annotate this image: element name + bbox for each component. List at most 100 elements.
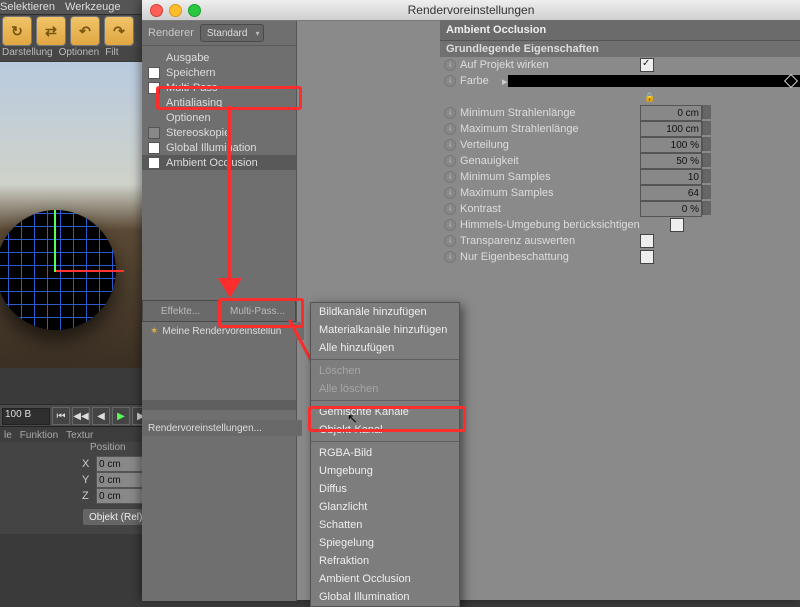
menu-item-schatten[interactable]: Schatten xyxy=(311,516,459,534)
tool-reload[interactable]: ↻ xyxy=(2,16,32,46)
coord-label-y: Y xyxy=(82,474,94,486)
timeline-prev[interactable]: ◀ xyxy=(92,407,110,425)
prop-max-strahl: iMaximum Strahlenlänge100 cm xyxy=(440,121,800,137)
info-icon[interactable]: i xyxy=(444,107,456,119)
info-icon[interactable]: i xyxy=(444,75,456,87)
info-icon[interactable]: i xyxy=(444,203,456,215)
spinner[interactable] xyxy=(702,153,711,167)
spinner[interactable] xyxy=(702,137,711,151)
tab-textur[interactable]: Textur xyxy=(66,430,93,441)
sidebar-scrollbar[interactable] xyxy=(142,400,296,410)
tab-le[interactable]: le xyxy=(4,430,12,441)
coord-label-x: X xyxy=(82,458,94,470)
menu-werkzeuge[interactable]: Werkzeuge xyxy=(65,1,120,13)
tab-funktion[interactable]: Funktion xyxy=(20,430,58,441)
prop-kontrast: iKontrast0 % xyxy=(440,201,800,217)
checkbox-eigen[interactable] xyxy=(640,250,654,264)
settings-item-antialiasing[interactable]: Antialiasing xyxy=(142,95,296,110)
window-titlebar[interactable]: Rendervoreinstellungen xyxy=(142,0,800,21)
field-kontrast[interactable]: 0 % xyxy=(640,201,702,217)
checkbox[interactable] xyxy=(148,127,160,139)
coord-label-z: Z xyxy=(82,490,94,502)
info-icon[interactable]: i xyxy=(444,235,456,247)
tool-undo[interactable]: ↶ xyxy=(70,16,100,46)
info-icon[interactable]: i xyxy=(444,59,456,71)
menu-item-alle-l-schen: Alle löschen xyxy=(311,380,459,398)
menu-item-glanzlicht[interactable]: Glanzlicht xyxy=(311,498,459,516)
menu-item-bildkan-le-hinzuf-gen[interactable]: Bildkanäle hinzufügen xyxy=(311,303,459,321)
checkbox-transparenz[interactable] xyxy=(640,234,654,248)
menu-item-ambient-occlusion[interactable]: Ambient Occlusion xyxy=(311,570,459,588)
spinner[interactable] xyxy=(702,121,711,135)
info-icon[interactable]: i xyxy=(444,139,456,151)
axis-y xyxy=(54,210,56,272)
frame-field[interactable]: 100 B xyxy=(2,408,50,425)
menu-item-refraktion[interactable]: Refraktion xyxy=(311,552,459,570)
menu-item-materialkan-le-hinzuf-gen[interactable]: Materialkanäle hinzufügen xyxy=(311,321,459,339)
field-verteilung[interactable]: 100 % xyxy=(640,137,702,153)
coord-mode-dropdown[interactable]: Objekt (Rel) xyxy=(82,508,149,526)
settings-item-optionen[interactable]: Optionen xyxy=(142,110,296,125)
reload-icon: ↻ xyxy=(11,23,23,40)
tool-sync[interactable]: ⇄ xyxy=(36,16,66,46)
menu-item-gemischte-kan-le[interactable]: Gemischte Kanäle xyxy=(311,403,459,421)
field-max-samples[interactable]: 64 xyxy=(640,185,702,201)
timeline-first[interactable]: ⏮ xyxy=(52,407,70,425)
menu-selektieren[interactable]: Selektieren xyxy=(0,1,55,13)
settings-item-global-illumination[interactable]: Global Illumination xyxy=(142,140,296,155)
checkbox[interactable] xyxy=(148,157,160,169)
menu-item-l-schen: Löschen xyxy=(311,362,459,380)
spinner[interactable] xyxy=(702,169,711,183)
settings-item-multi-pass[interactable]: Multi-Pass xyxy=(142,80,296,95)
menu-item-diffus[interactable]: Diffus xyxy=(311,480,459,498)
timeline-play[interactable]: ▶ xyxy=(112,407,130,425)
tool-redo[interactable]: ↷ xyxy=(104,16,134,46)
preset-row[interactable]: Meine Rendervoreinstellun xyxy=(142,322,304,340)
field-min-strahl[interactable]: 0 cm xyxy=(640,105,702,121)
menu-item-alle-hinzuf-gen[interactable]: Alle hinzufügen xyxy=(311,339,459,357)
multipass-button[interactable]: Multi-Pass... xyxy=(219,300,296,322)
prop-eigen: iNur Eigenbeschattung xyxy=(440,249,800,265)
info-icon[interactable]: i xyxy=(444,171,456,183)
lock-icon[interactable]: 🔒 xyxy=(644,92,655,103)
menu-item-global-illumination[interactable]: Global Illumination xyxy=(311,588,459,606)
spinner[interactable] xyxy=(702,185,711,199)
checkbox[interactable] xyxy=(148,142,160,154)
3d-viewport[interactable] xyxy=(0,62,142,368)
checkbox-himmels[interactable] xyxy=(670,218,684,232)
menu-item-objekt-kanal[interactable]: Objekt-Kanal xyxy=(311,421,459,439)
info-icon[interactable]: i xyxy=(444,187,456,199)
settings-item-label: Ambient Occlusion xyxy=(166,157,258,169)
checkbox[interactable] xyxy=(148,82,160,94)
tab-filter[interactable]: Filt xyxy=(105,47,118,61)
menu-item-spiegelung[interactable]: Spiegelung xyxy=(311,534,459,552)
settings-item-speichern[interactable]: Speichern xyxy=(142,65,296,80)
field-max-strahl[interactable]: 100 cm xyxy=(640,121,702,137)
settings-item-ausgabe[interactable]: Ausgabe xyxy=(142,50,296,65)
settings-item-stereoskopie[interactable]: Stereoskopie xyxy=(142,125,296,140)
tab-darstellung[interactable]: Darstellung xyxy=(2,47,53,61)
annotation-arrow xyxy=(227,106,231,282)
field-genauigkeit[interactable]: 50 % xyxy=(640,153,702,169)
spinner[interactable] xyxy=(702,201,711,215)
checkbox[interactable] xyxy=(148,67,160,79)
field-min-samples[interactable]: 10 xyxy=(640,169,702,185)
spinner[interactable] xyxy=(702,105,711,119)
info-icon[interactable]: i xyxy=(444,219,456,231)
menu-item-umgebung[interactable]: Umgebung xyxy=(311,462,459,480)
settings-item-ambient-occlusion[interactable]: Ambient Occlusion xyxy=(142,155,296,170)
cursor-icon: ↖ xyxy=(347,411,358,427)
info-icon[interactable]: i xyxy=(444,155,456,167)
settings-item-label: Optionen xyxy=(166,112,211,124)
renderer-dropdown[interactable]: Standard xyxy=(200,24,265,42)
checkbox-auf-projekt[interactable] xyxy=(640,58,654,72)
menu-item-rgba-bild[interactable]: RGBA-Bild xyxy=(311,444,459,462)
color-picker-icon[interactable] xyxy=(784,74,798,88)
tab-optionen[interactable]: Optionen xyxy=(59,47,100,61)
effekte-button[interactable]: Effekte... xyxy=(142,300,219,322)
timeline-prev-key[interactable]: ◀◀ xyxy=(72,407,90,425)
info-icon[interactable]: i xyxy=(444,123,456,135)
settings-item-label: Speichern xyxy=(166,67,216,79)
info-icon[interactable]: i xyxy=(444,251,456,263)
color-swatch[interactable] xyxy=(508,75,800,87)
